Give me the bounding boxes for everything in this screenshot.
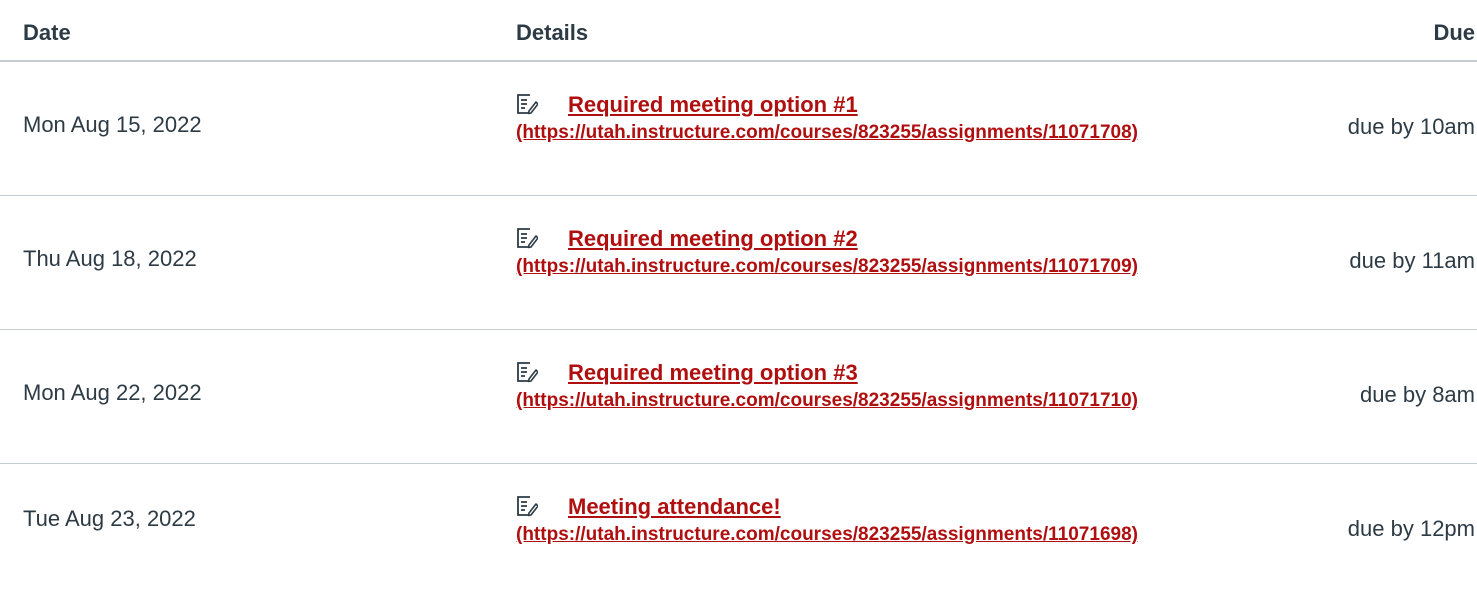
row-date: Mon Aug 22, 2022 bbox=[23, 380, 202, 405]
assignment-title: Required meeting option #2 bbox=[568, 226, 858, 251]
assignment-link[interactable]: Required meeting option #3 (https://utah… bbox=[516, 358, 1138, 412]
column-header-date: Date bbox=[23, 20, 71, 45]
table-row: Tue Aug 23, 2022 Meeting attendance! (ht… bbox=[0, 464, 1477, 598]
column-header-details: Details bbox=[516, 20, 589, 45]
row-due: due by 10am bbox=[1347, 114, 1475, 139]
assignment-url: (https://utah.instructure.com/courses/82… bbox=[516, 122, 1138, 143]
table-header: Date Details Due bbox=[0, 0, 1477, 62]
assignment-url: (https://utah.instructure.com/courses/82… bbox=[516, 524, 1138, 545]
row-due: due by 11am bbox=[1349, 248, 1475, 273]
row-date: Tue Aug 23, 2022 bbox=[23, 506, 196, 531]
assignment-title: Required meeting option #1 bbox=[568, 92, 858, 117]
assignment-title: Meeting attendance! bbox=[568, 494, 781, 519]
table-row: Mon Aug 22, 2022 Required meeting option… bbox=[0, 330, 1477, 464]
row-date: Mon Aug 15, 2022 bbox=[23, 112, 202, 137]
syllabus-schedule-table: Date Details Due Mon Aug 15, 2022 Requir… bbox=[0, 0, 1477, 592]
table-row: Thu Aug 18, 2022 Required meeting option… bbox=[0, 196, 1477, 330]
column-header-due: Due bbox=[1433, 20, 1475, 45]
assignment-url: (https://utah.instructure.com/courses/82… bbox=[516, 390, 1138, 411]
assignment-title: Required meeting option #3 bbox=[568, 360, 858, 385]
assignment-link[interactable]: Meeting attendance! (https://utah.instru… bbox=[516, 492, 1138, 546]
row-due: due by 12pm bbox=[1347, 516, 1475, 541]
assignment-url: (https://utah.instructure.com/courses/82… bbox=[516, 256, 1138, 277]
row-due: due by 8am bbox=[1360, 382, 1475, 407]
table-row: Mon Aug 15, 2022 Required meeting option… bbox=[0, 62, 1477, 196]
row-date: Thu Aug 18, 2022 bbox=[23, 246, 197, 271]
assignment-link[interactable]: Required meeting option #2 (https://utah… bbox=[516, 224, 1138, 278]
assignment-link[interactable]: Required meeting option #1 (https://utah… bbox=[516, 90, 1138, 144]
